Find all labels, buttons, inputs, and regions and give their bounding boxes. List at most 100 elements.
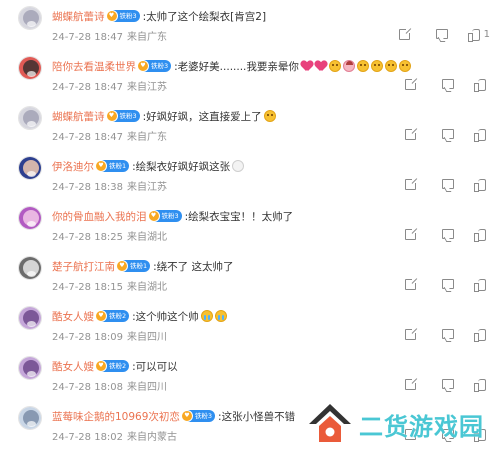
emoji-heart-icon: heart <box>301 61 313 72</box>
reply-icon[interactable] <box>442 78 454 89</box>
comment-location: 来自四川 <box>127 382 168 393</box>
username-link[interactable]: 伊洛迪尔 <box>52 159 94 174</box>
username-link[interactable]: 你的骨血融入我的泪 <box>52 209 147 224</box>
fan-badge: ♥ 铁粉2 <box>95 310 130 322</box>
comment-line: 蝴蝶航蕾诗 ♥ 铁粉3 :太帅了这个绘梨衣[肯宫2] <box>52 7 266 25</box>
comment-location: 来自湖北 <box>127 282 168 293</box>
share-icon[interactable] <box>405 226 418 240</box>
comment-line: 酷女人嫂 ♥ 铁粉2 :可以可以 <box>52 357 178 375</box>
share-icon[interactable] <box>405 76 418 90</box>
fan-badge-icon: ♥ <box>105 10 118 22</box>
like-button[interactable] <box>474 278 490 292</box>
avatar[interactable] <box>18 406 42 430</box>
comment-date: 24-7-28 18:25 <box>52 232 124 243</box>
emoji-face-icon: face <box>384 60 397 72</box>
share-icon[interactable] <box>398 26 412 40</box>
avatar-highlight <box>27 71 36 77</box>
comment-actions <box>379 176 490 192</box>
watermark-logo <box>307 402 353 446</box>
fan-badge: ♥ 铁粉3 <box>147 210 182 222</box>
reply-icon[interactable] <box>442 328 454 339</box>
fan-badge-label: 铁粉3 <box>119 112 137 120</box>
thumbs-up-icon <box>474 128 486 142</box>
reply-icon[interactable] <box>442 378 454 389</box>
like-button[interactable] <box>474 128 490 142</box>
like-button[interactable] <box>474 378 490 392</box>
share-icon[interactable] <box>405 326 418 340</box>
username-link[interactable]: 酷女人嫂 <box>52 359 94 374</box>
share-icon[interactable] <box>405 126 418 140</box>
avatar-highlight <box>27 421 36 427</box>
comment-location: 来自四川 <box>127 332 168 343</box>
avatar-highlight <box>27 321 36 327</box>
comment-text: :太帅了这个绘梨衣[肯宫2] <box>142 10 267 23</box>
reply-icon[interactable] <box>442 128 454 139</box>
avatar[interactable] <box>18 256 42 280</box>
username-link[interactable]: 陪你去看温柔世界 <box>52 59 136 74</box>
username-link[interactable]: 楚子航打江南 <box>52 259 115 274</box>
avatar-highlight <box>27 171 36 177</box>
comment-date: 24-7-28 18:09 <box>52 332 124 343</box>
fan-badge: ♥ 铁粉2 <box>95 360 130 372</box>
comment-text: :老婆好美........我要亲晕你 <box>174 60 299 73</box>
avatar-highlight <box>27 271 36 277</box>
thumbs-up-icon <box>474 228 486 242</box>
avatar[interactable] <box>18 6 42 30</box>
fan-badge-label: 铁粉2 <box>109 312 127 320</box>
comment-meta: 24-7-28 18:38 来自江苏 <box>52 178 167 193</box>
like-button[interactable] <box>474 78 490 92</box>
emoji-cry-icon: cry <box>200 310 213 322</box>
comment-line: 酷女人嫂 ♥ 铁粉2 :这个帅这个帅 crycry <box>52 307 227 325</box>
fan-badge: ♥ 铁粉3 <box>180 410 216 422</box>
comment-item: 蝴蝶航蕾诗 ♥ 铁粉3 :好飒好飒，这直接爱上了 face 24-7-28 18… <box>0 100 500 150</box>
comment-meta: 24-7-28 18:08 来自四川 <box>52 378 167 393</box>
fan-badge-icon: ♥ <box>137 60 149 72</box>
comment-text: :这张小怪兽不错 <box>218 410 296 423</box>
username-link[interactable]: 酷女人嫂 <box>52 309 94 324</box>
avatar[interactable] <box>18 106 42 130</box>
like-button[interactable] <box>474 178 490 192</box>
comment-location: 来自江苏 <box>127 82 168 93</box>
comment-item: 陪你去看温柔世界 ♥ 铁粉3 :老婆好美........我要亲晕你 hearth… <box>0 50 500 100</box>
comment-actions <box>379 226 490 242</box>
avatar[interactable] <box>18 306 42 330</box>
like-button[interactable] <box>474 228 490 242</box>
username-link[interactable]: 蝴蝶航蕾诗 <box>52 109 105 124</box>
like-button[interactable]: 1 <box>467 28 490 42</box>
comment-date: 24-7-28 18:47 <box>52 32 124 43</box>
reply-icon[interactable] <box>442 228 454 239</box>
comment-date: 24-7-28 18:38 <box>52 182 124 193</box>
comment-item: 蝴蝶航蕾诗 ♥ 铁粉3 :太帅了这个绘梨衣[肯宫2] 24-7-28 18:47… <box>0 0 500 50</box>
share-icon[interactable] <box>405 276 418 290</box>
avatar[interactable] <box>18 56 42 80</box>
avatar[interactable] <box>18 156 42 180</box>
avatar[interactable] <box>18 206 42 230</box>
username-link[interactable]: 蝴蝶航蕾诗 <box>52 9 105 24</box>
comment-item: 酷女人嫂 ♥ 铁粉2 :可以可以 24-7-28 18:08 来自四川 <box>0 350 500 400</box>
comment-item: 酷女人嫂 ♥ 铁粉2 :这个帅这个帅 crycry 24-7-28 18:09来… <box>0 300 500 350</box>
comment-text: :绘梨衣好飒好飒这张 <box>132 160 231 173</box>
reply-icon[interactable] <box>442 278 454 289</box>
reply-icon[interactable] <box>435 28 448 39</box>
username-link[interactable]: 蓝莓味企鹅的10969次初恋 <box>52 409 180 424</box>
fan-badge-icon: ♥ <box>95 360 107 372</box>
comment-meta: 24-7-28 18:15 来自湖北 <box>52 278 167 293</box>
thumbs-up-icon <box>474 178 486 192</box>
share-icon[interactable] <box>405 176 418 190</box>
comment-location: 来自湖北 <box>127 232 168 243</box>
fan-badge-label: 铁粉3 <box>119 12 137 20</box>
comment-actions <box>379 126 490 142</box>
like-button[interactable] <box>474 328 490 342</box>
emoji-face-icon: face <box>328 60 341 72</box>
comment-meta: 24-7-28 18:25 来自湖北 <box>52 228 167 243</box>
comment-date: 24-7-28 18:15 <box>52 282 124 293</box>
comment-actions <box>379 326 490 342</box>
share-icon[interactable] <box>405 376 418 390</box>
fan-badge-label: 铁粉2 <box>109 362 127 370</box>
emoji-bunny-icon: bunny <box>232 160 245 172</box>
comment-item: 楚子航打江南 ♥ 铁粉1 :绕不了 这太帅了 24-7-28 18:15 来自湖北 <box>0 250 500 300</box>
reply-icon[interactable] <box>442 178 454 189</box>
avatar[interactable] <box>18 356 42 380</box>
fan-badge-label: 铁粉1 <box>109 162 127 170</box>
fan-badge: ♥ 铁粉3 <box>105 10 140 22</box>
